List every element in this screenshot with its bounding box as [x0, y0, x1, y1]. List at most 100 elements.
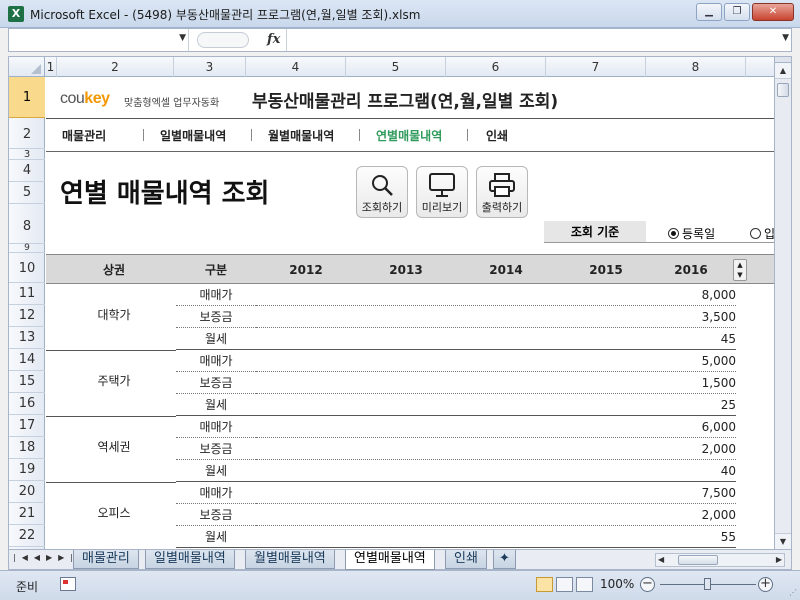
expand-formula-bar-icon[interactable]: ▼: [782, 33, 789, 43]
minimize-button[interactable]: ▁: [696, 3, 722, 21]
row-header[interactable]: 10: [9, 253, 45, 283]
logo-key-text: key: [84, 90, 110, 107]
excel-app-icon[interactable]: X: [8, 6, 24, 22]
column-header-type: 구분: [204, 263, 228, 277]
column-header-year: 2016: [674, 263, 708, 277]
scroll-down-icon[interactable]: ▼: [775, 533, 791, 549]
print-button-label: 출력하기: [481, 201, 523, 214]
formula-tools: fx: [191, 29, 287, 51]
zoom-slider[interactable]: [660, 578, 756, 590]
row-header[interactable]: 8: [9, 204, 45, 244]
type-cell: 보증금: [176, 372, 256, 394]
sheet-tab-active[interactable]: 연별매물내역: [345, 550, 435, 570]
scroll-left-icon[interactable]: ◀: [658, 554, 664, 566]
select-all-corner[interactable]: [9, 57, 45, 77]
macro-record-icon[interactable]: [60, 577, 76, 591]
sheet-tab[interactable]: 일별매물내역: [145, 550, 235, 569]
row-header[interactable]: 4: [9, 160, 45, 182]
restore-button[interactable]: ❐: [724, 3, 750, 21]
radio-other-option[interactable]: 입: [750, 225, 775, 242]
search-button[interactable]: 조회하기: [356, 166, 408, 218]
column-header[interactable]: 6: [446, 57, 546, 77]
column-header[interactable]: 3: [174, 57, 246, 77]
table-row: 보증금 2,000: [46, 438, 774, 460]
row-header[interactable]: 1: [9, 77, 45, 118]
column-headers: 1 2 3 4 5 6 7 8: [9, 57, 774, 77]
row-header[interactable]: 5: [9, 182, 45, 204]
row-header[interactable]: 2: [9, 118, 45, 149]
table-header: 상권 구분 2012 2013 2014 2015 2016 ▲ ▼: [46, 254, 774, 284]
column-header[interactable]: 4: [246, 57, 346, 77]
normal-view-icon[interactable]: [536, 577, 553, 592]
insert-sheet-icon[interactable]: ✦: [493, 550, 516, 569]
column-header[interactable]: 2: [57, 57, 174, 77]
column-header-year: 2013: [389, 263, 423, 277]
sheet-tab[interactable]: 월별매물내역: [245, 550, 335, 569]
sheet-navigation: 매물관리 일별매물내역 월별매물내역 연별매물내역 인쇄: [46, 125, 774, 145]
year-spinner[interactable]: ▲ ▼: [733, 259, 747, 281]
formula-controls: [197, 32, 249, 48]
column-header-year: 2012: [289, 263, 323, 277]
zoom-out-icon[interactable]: −: [640, 577, 655, 592]
row-header[interactable]: 20: [9, 481, 45, 503]
scroll-thumb[interactable]: [777, 83, 789, 97]
table-row: 매매가 8,000: [46, 284, 774, 306]
nav-item-daily[interactable]: 일별매물내역: [160, 127, 226, 144]
insert-function-icon[interactable]: fx: [267, 32, 280, 47]
nav-item-yearly[interactable]: 연별매물내역: [376, 127, 442, 144]
name-box[interactable]: ▼: [9, 29, 189, 51]
spin-down-icon[interactable]: ▼: [734, 270, 746, 280]
row-header[interactable]: 18: [9, 437, 45, 459]
radio-label: 입: [764, 227, 775, 241]
name-box-dropdown-icon[interactable]: ▼: [179, 33, 186, 43]
page-title: 연별 매물내역 조회: [60, 179, 270, 209]
vertical-scrollbar[interactable]: ▲ ▼: [775, 56, 792, 550]
resize-grip-icon[interactable]: ⋰: [789, 588, 797, 597]
spin-up-icon[interactable]: ▲: [734, 260, 746, 270]
scroll-up-icon[interactable]: ▲: [775, 63, 791, 79]
scroll-right-icon[interactable]: ▶: [776, 554, 782, 566]
row-header[interactable]: 13: [9, 327, 45, 349]
zoom-in-icon[interactable]: +: [758, 577, 773, 592]
sheet-tab[interactable]: 매물관리: [73, 550, 139, 569]
row-header[interactable]: 21: [9, 503, 45, 525]
worksheet-grid: 1 2 3 4 5 6 7 8 1 2 3 4 5 8 9 10 11 12 1…: [8, 56, 775, 550]
nav-item-print[interactable]: 인쇄: [486, 127, 508, 144]
table-row: 월세 25: [46, 394, 774, 416]
row-header[interactable]: 12: [9, 305, 45, 327]
type-cell: 매매가: [176, 350, 256, 372]
title-divider: [46, 118, 774, 119]
horizontal-scroll-thumb[interactable]: [678, 555, 718, 565]
criteria-label: 조회 기준: [544, 221, 646, 243]
nav-item-property-management[interactable]: 매물관리: [62, 127, 106, 144]
row-header[interactable]: 22: [9, 525, 45, 547]
row-header[interactable]: 17: [9, 415, 45, 437]
value-cell: 5,000: [256, 350, 736, 372]
page-break-view-icon[interactable]: [576, 577, 593, 592]
column-header[interactable]: 7: [546, 57, 646, 77]
radio-registration-date[interactable]: 등록일: [668, 225, 715, 242]
page-layout-view-icon[interactable]: [556, 577, 573, 592]
close-button[interactable]: ✕: [752, 3, 794, 21]
type-cell: 보증금: [176, 438, 256, 460]
column-header[interactable]: 1: [45, 57, 57, 77]
row-header[interactable]: 3: [9, 149, 45, 160]
preview-button[interactable]: 미리보기: [416, 166, 468, 218]
row-header[interactable]: 19: [9, 459, 45, 481]
type-cell: 매매가: [176, 482, 256, 504]
row-header[interactable]: 14: [9, 349, 45, 371]
column-header[interactable]: 5: [346, 57, 446, 77]
zoom-slider-knob[interactable]: [704, 578, 711, 590]
row-header[interactable]: 9: [9, 244, 45, 253]
print-button[interactable]: 출력하기: [476, 166, 528, 218]
row-header[interactable]: 16: [9, 393, 45, 415]
logo-subtitle: 맞춤형엑셀 업무자동화: [124, 98, 220, 109]
horizontal-scrollbar[interactable]: ◀ ▶: [655, 553, 785, 567]
tab-scroll-arrows-icon[interactable]: |◀◀▶▶|: [13, 553, 79, 562]
sheet-tab[interactable]: 인쇄: [445, 550, 487, 569]
row-header[interactable]: 11: [9, 283, 45, 305]
nav-item-monthly[interactable]: 월별매물내역: [268, 127, 334, 144]
column-header[interactable]: 8: [646, 57, 746, 77]
row-header[interactable]: 15: [9, 371, 45, 393]
zoom-level[interactable]: 100%: [600, 577, 634, 591]
